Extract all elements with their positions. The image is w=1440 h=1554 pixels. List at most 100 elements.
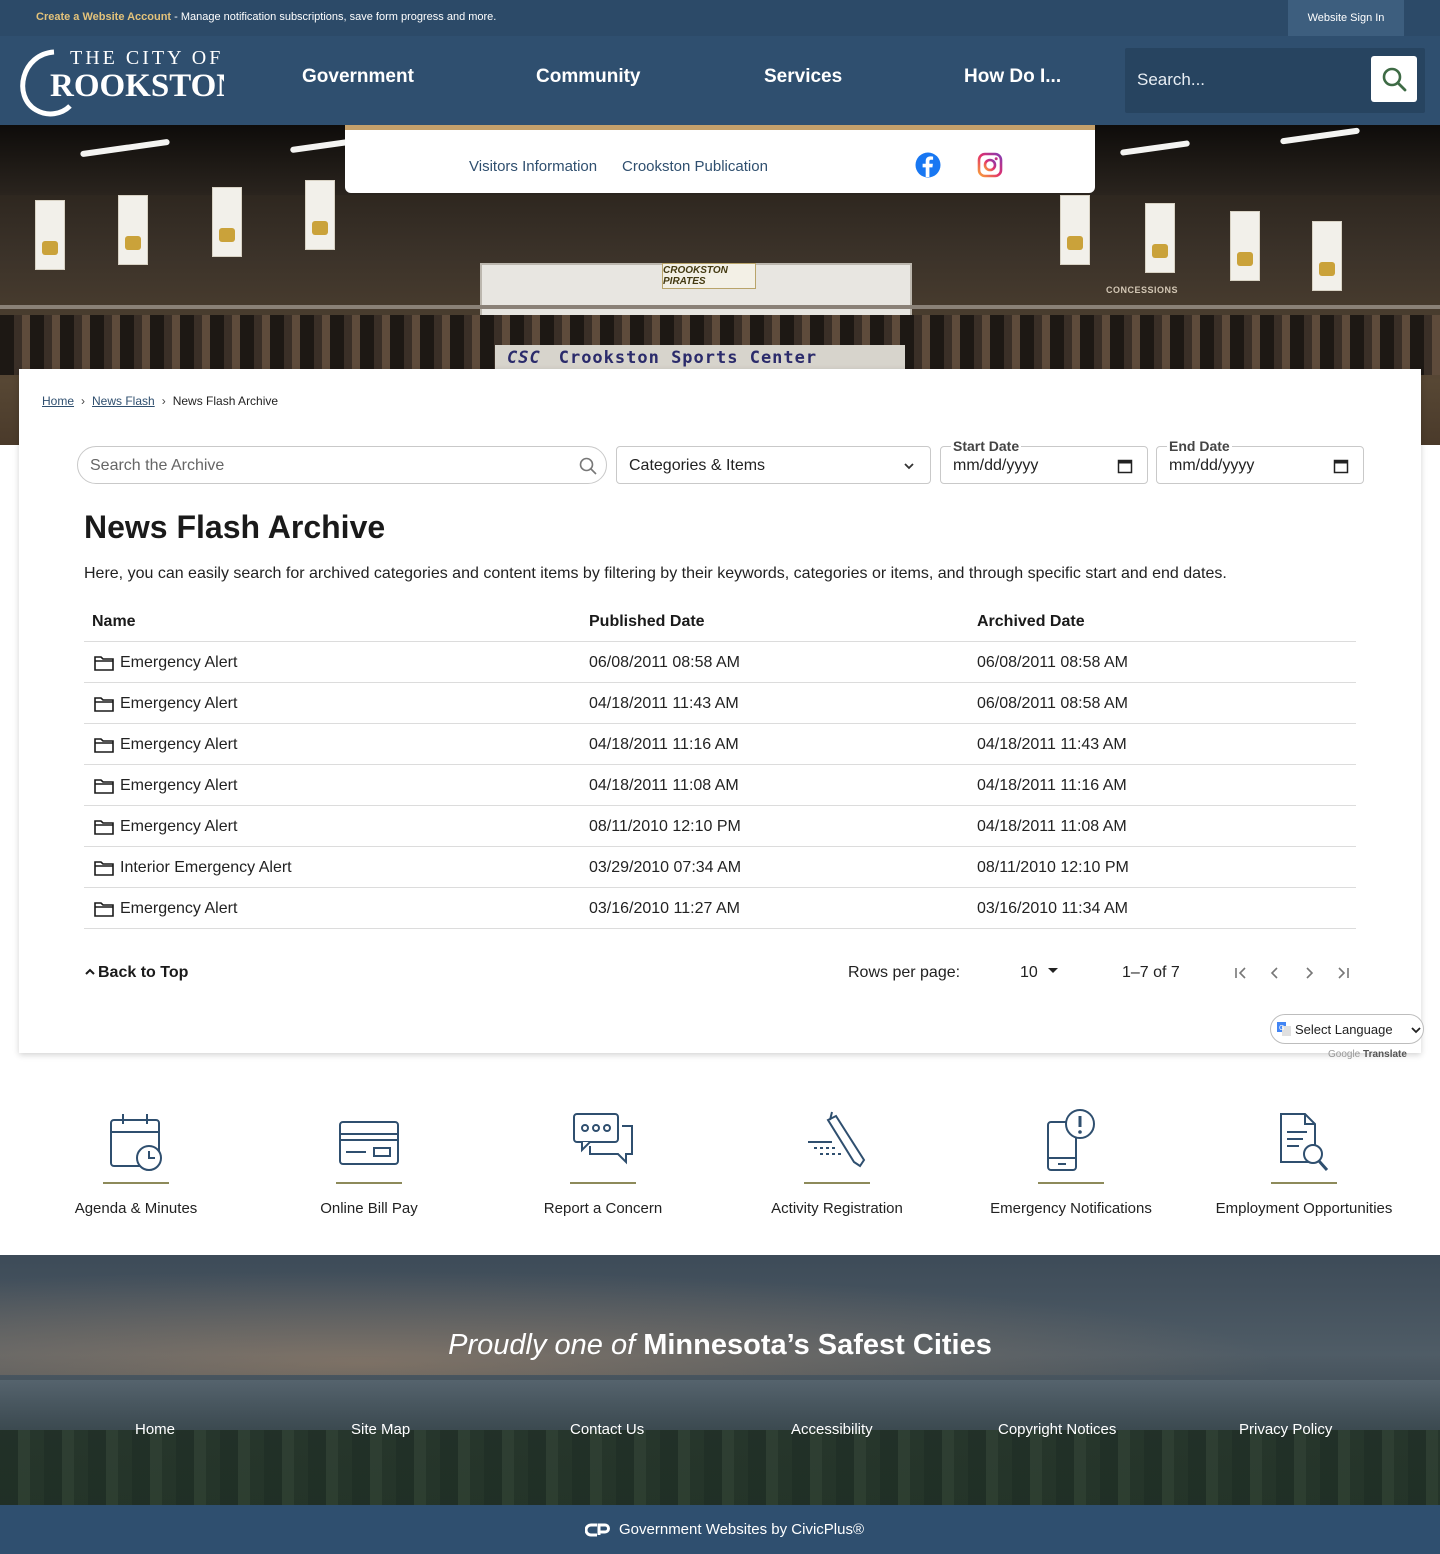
row-name[interactable]: Emergency Alert <box>92 900 237 918</box>
row-archived-date: 06/08/2011 08:58 AM <box>977 654 1128 671</box>
top-utility-bar: Create a Website Account - Manage notifi… <box>0 0 1440 36</box>
categories-select[interactable]: Categories & Items <box>616 446 931 484</box>
quick-link-activity-registration[interactable]: Activity Registration <box>720 1100 954 1230</box>
powered-translate-label: Translate <box>1363 1049 1407 1060</box>
document-search-icon <box>1280 1113 1329 1171</box>
archive-search-placeholder: Search the Archive <box>90 457 225 474</box>
phone-alert-icon <box>1047 1109 1095 1171</box>
row-name[interactable]: Emergency Alert <box>92 777 237 795</box>
row-archived-date: 04/18/2011 11:16 AM <box>977 777 1127 794</box>
end-date-label: End Date <box>1167 438 1232 454</box>
footer-link-copyright[interactable]: Copyright Notices <box>998 1421 1116 1438</box>
footer-link-contact-us[interactable]: Contact Us <box>570 1421 644 1438</box>
row-archived-date: 04/18/2011 11:08 AM <box>977 818 1127 835</box>
row-archived-date: 08/11/2010 12:10 PM <box>977 859 1129 876</box>
start-date-field[interactable]: Start Date mm/dd/yyyy <box>940 438 1148 484</box>
footer-link-privacy[interactable]: Privacy Policy <box>1239 1421 1332 1438</box>
archive-search-input[interactable]: Search the Archive <box>77 446 607 484</box>
table-row[interactable]: Emergency Alert 06/08/2011 08:58 AM 06/08/… <box>84 642 1356 683</box>
calendar-clock-icon <box>110 1114 162 1171</box>
sports-center-sign: CSC Crookston Sports Center <box>495 345 905 371</box>
quick-link-underline <box>336 1182 402 1184</box>
row-name[interactable]: Emergency Alert <box>92 736 237 754</box>
facebook-link[interactable] <box>915 152 941 178</box>
quick-link-agenda-minutes[interactable]: Agenda & Minutes <box>19 1100 253 1230</box>
back-to-top-link[interactable]: Back to Top <box>84 964 188 982</box>
website-sign-in-button[interactable]: Website Sign In <box>1288 0 1404 36</box>
instagram-link[interactable] <box>977 152 1003 178</box>
calendar-icon[interactable] <box>1333 458 1349 474</box>
table-row[interactable]: Emergency Alert 04/18/2011 11:08 AM 04/18/… <box>84 765 1356 806</box>
start-date-label: Start Date <box>951 438 1022 454</box>
column-header-name[interactable]: Name <box>92 613 136 631</box>
footer-link-home[interactable]: Home <box>135 1421 175 1438</box>
quick-link-label: Emergency Notifications <box>990 1200 1152 1217</box>
footer-link-accessibility[interactable]: Accessibility <box>791 1421 873 1438</box>
visitors-information-link[interactable]: Visitors Information <box>469 158 597 175</box>
site-search-input[interactable] <box>1137 64 1367 96</box>
nav-services[interactable]: Services <box>764 66 842 88</box>
nav-community[interactable]: Community <box>536 66 641 88</box>
table-row[interactable]: Emergency Alert 08/11/2010 12:10 PM 04/18/… <box>84 806 1356 847</box>
language-select-label: Select Language <box>1295 1022 1393 1037</box>
quick-link-underline <box>1271 1182 1337 1184</box>
table-row[interactable]: Emergency Alert 04/18/2011 11:43 AM 06/08/… <box>84 683 1356 724</box>
previous-page-icon[interactable] <box>1267 965 1283 981</box>
quick-link-online-bill-pay[interactable]: Online Bill Pay <box>252 1100 486 1230</box>
end-date-field[interactable]: End Date mm/dd/yyyy <box>1156 438 1364 484</box>
search-icon[interactable] <box>578 456 598 476</box>
site-search-button[interactable] <box>1371 56 1417 102</box>
create-account-link[interactable]: Create a Website Account <box>36 11 171 23</box>
breadcrumb-separator: › <box>81 394 86 408</box>
content-card: Home › News Flash › News Flash Archive Searc… <box>19 369 1421 1053</box>
facebook-icon <box>915 152 941 178</box>
table-row[interactable]: Interior Emergency Alert 03/29/2010 07:34… <box>84 847 1356 888</box>
row-published-date: 03/16/2010 11:27 AM <box>589 900 740 917</box>
calendar-icon[interactable] <box>1117 458 1133 474</box>
hanging-banner <box>1312 221 1342 291</box>
site-header: THE CITY OF ROOKSTON Government Communit… <box>0 36 1440 125</box>
civicplus-link[interactable]: Government Websites by CivicPlus® <box>584 1521 864 1538</box>
row-name[interactable]: Emergency Alert <box>92 654 237 672</box>
hanging-banner <box>118 195 148 265</box>
next-page-icon[interactable] <box>1301 965 1317 981</box>
powered-google-label: Google <box>1328 1049 1361 1060</box>
quick-link-emergency-notifications[interactable]: Emergency Notifications <box>954 1100 1188 1230</box>
account-message-text: - Manage notification subscriptions, sav… <box>171 11 497 23</box>
quick-link-label: Agenda & Minutes <box>74 1200 198 1217</box>
language-select[interactable]: G Select Language <box>1270 1014 1424 1044</box>
nav-government[interactable]: Government <box>302 66 414 88</box>
google-translate-icon: G <box>1277 1022 1291 1036</box>
footer-link-site-map[interactable]: Site Map <box>351 1421 410 1438</box>
last-page-icon[interactable] <box>1335 965 1351 981</box>
quick-link-underline <box>804 1182 870 1184</box>
site-search <box>1125 48 1425 113</box>
quick-link-label: Report a Concern <box>543 1200 663 1217</box>
city-logo[interactable]: THE CITY OF ROOKSTON <box>14 44 240 120</box>
quick-links-panel: Visitors Information Crookston Publicati… <box>345 125 1095 193</box>
table-row[interactable]: Emergency Alert 03/16/2010 11:27 AM 03/16/… <box>84 888 1356 929</box>
column-header-archived[interactable]: Archived Date <box>977 613 1085 631</box>
archive-table: Name Published Date Archived Date Emerge… <box>84 601 1356 929</box>
hanging-banner <box>212 187 242 257</box>
row-name[interactable]: Emergency Alert <box>92 818 237 836</box>
rows-per-page-select[interactable]: 10 <box>1020 964 1059 982</box>
row-name[interactable]: Emergency Alert <box>92 695 237 713</box>
crookston-publication-link[interactable]: Crookston Publication <box>622 158 768 175</box>
quick-link-report-concern[interactable]: Report a Concern <box>486 1100 720 1230</box>
row-name[interactable]: Interior Emergency Alert <box>92 859 292 877</box>
breadcrumb-home-link[interactable]: Home <box>42 394 74 408</box>
nav-how-do-i[interactable]: How Do I... <box>964 66 1061 88</box>
row-published-date: 04/18/2011 11:08 AM <box>589 777 739 794</box>
breadcrumb-news-flash-link[interactable]: News Flash <box>92 394 155 408</box>
hanging-banner <box>35 200 65 270</box>
hanging-banner <box>305 180 335 250</box>
table-row[interactable]: Emergency Alert 04/18/2011 11:16 AM 04/18/… <box>84 724 1356 765</box>
quick-link-label: Activity Registration <box>771 1200 903 1217</box>
credit-card-icon <box>339 1121 399 1165</box>
quick-link-employment-opportunities[interactable]: Employment Opportunities <box>1187 1100 1421 1230</box>
hanging-banner <box>1060 195 1090 265</box>
column-header-published[interactable]: Published Date <box>589 613 705 631</box>
tagline-italic: Proudly one of <box>448 1329 636 1361</box>
first-page-icon[interactable] <box>1233 965 1249 981</box>
